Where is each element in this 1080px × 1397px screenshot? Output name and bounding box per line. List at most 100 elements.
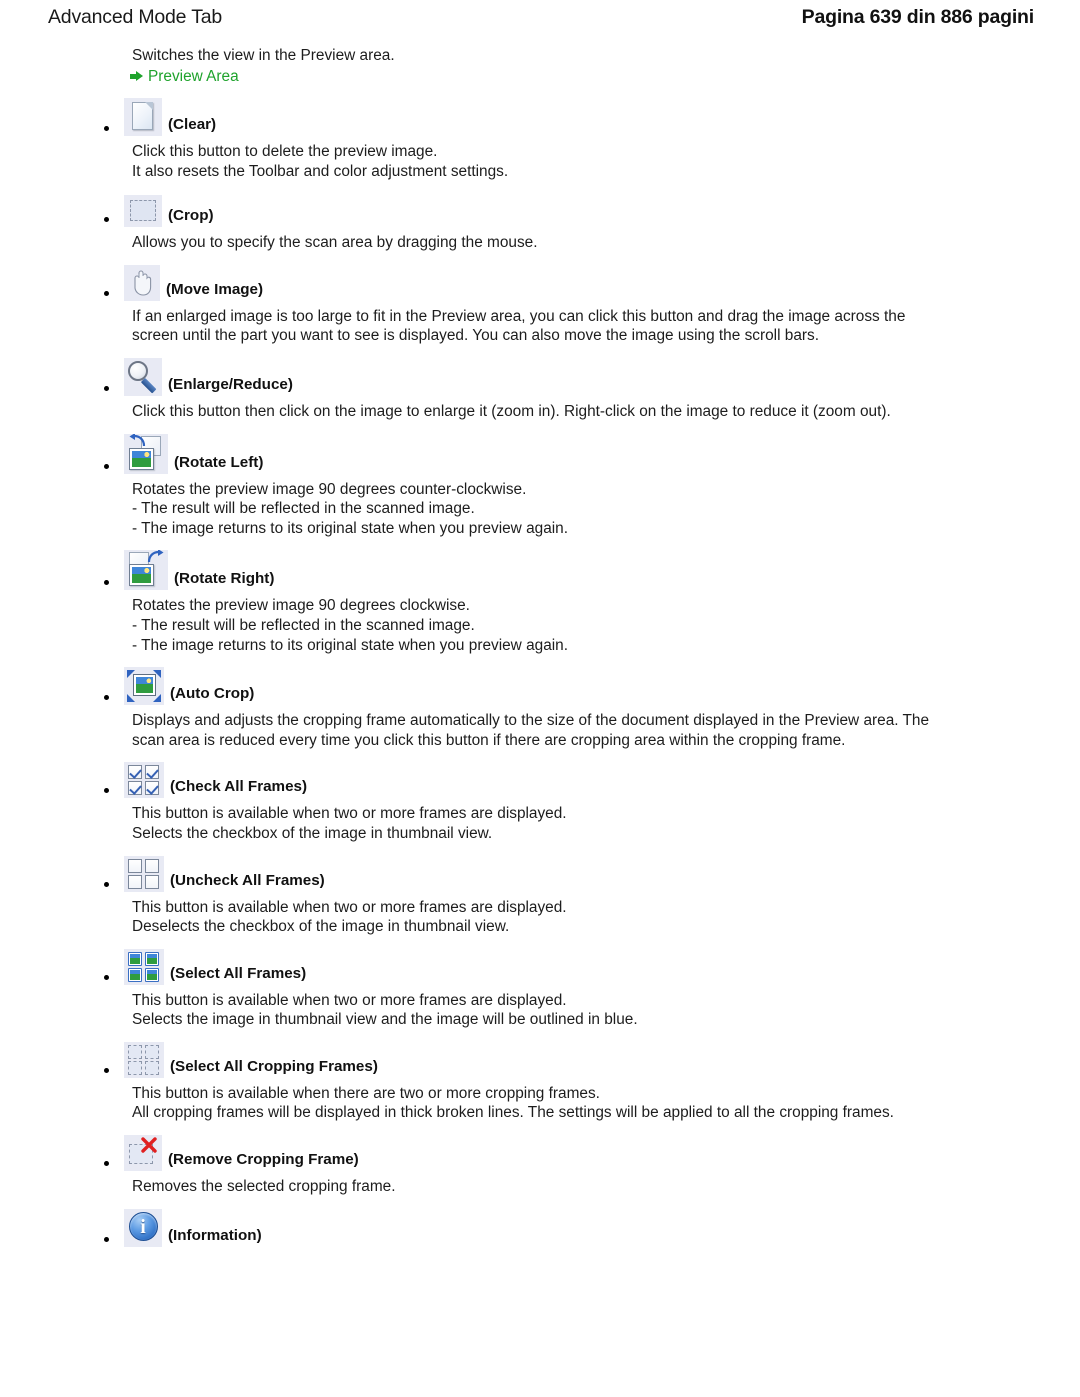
enlarge-reduce-magnifier-icon[interactable] (124, 357, 162, 396)
intro-text: Switches the view in the Preview area. (132, 47, 395, 64)
select-all-frames-icon[interactable] (124, 948, 164, 985)
entry-label: (Enlarge/Reduce) (168, 375, 293, 393)
entry-header: (Crop) (104, 193, 944, 228)
bullet-icon (104, 291, 124, 301)
bullet-icon (104, 386, 124, 396)
remove-cropping-frame-icon[interactable] (124, 1135, 162, 1172)
entry-header: (Auto Crop) (104, 667, 944, 706)
entry-body: This button is available when two or mor… (132, 898, 944, 937)
auto-crop-icon[interactable] (124, 667, 164, 706)
select-all-cropping-frames-icon[interactable] (124, 1041, 164, 1078)
entry-label: (Rotate Left) (174, 453, 264, 471)
entry-line: If an enlarged image is too large to fit… (132, 307, 906, 345)
bullet-icon (104, 1068, 124, 1078)
list-item: i (Information) (104, 1208, 944, 1247)
green-arrow-icon (130, 71, 144, 82)
entry-body: Click this button to delete the preview … (132, 142, 944, 181)
bullet-icon (104, 580, 124, 590)
entry-line: This button is available when two or mor… (132, 898, 567, 916)
entry-body: This button is available when there are … (132, 1084, 944, 1123)
entry-header: (Rotate Right) (104, 549, 944, 591)
entry-line: Rotates the preview image 90 degrees cou… (132, 480, 527, 498)
entry-body: Rotates the preview image 90 degrees clo… (132, 596, 944, 655)
entry-header: i (Information) (104, 1208, 944, 1247)
page-header: Advanced Mode Tab Pagina 639 din 886 pag… (0, 0, 1080, 34)
entry-body: If an enlarged image is too large to fit… (132, 307, 944, 346)
list-item: (Move Image) If an enlarged image is too… (104, 264, 944, 346)
entry-body: This button is available when two or mor… (132, 991, 944, 1030)
entry-label: (Uncheck All Frames) (170, 871, 325, 889)
check-all-frames-icon[interactable] (124, 762, 164, 799)
entry-line: Click this button to delete the preview … (132, 143, 438, 160)
list-item: (Auto Crop) Displays and adjusts the cro… (104, 667, 944, 750)
bullet-icon (104, 1161, 124, 1171)
entry-header: (Move Image) (104, 264, 944, 301)
entry-line: Displays and adjusts the cropping frame … (132, 712, 930, 749)
bullet-icon (104, 882, 124, 892)
list-item: (Select All Frames) This button is avail… (104, 948, 944, 1030)
page-counter: Pagina 639 din 886 pagini (801, 5, 1035, 28)
entry-line: It also resets the Toolbar and color adj… (132, 162, 509, 180)
entry-body: Rotates the preview image 90 degrees cou… (132, 480, 944, 539)
entry-header: (Rotate Left) (104, 432, 944, 474)
crop-dashed-rectangle-icon[interactable] (124, 195, 162, 228)
entry-label: (Check All Frames) (170, 778, 308, 796)
entry-body: Displays and adjusts the cropping frame … (132, 711, 944, 750)
entry-label: (Select All Cropping Frames) (170, 1057, 378, 1075)
entry-header: (Select All Frames) (104, 948, 944, 985)
entry-line: Removes the selected cropping frame. (132, 1178, 396, 1196)
entry-body: This button is available when two or mor… (132, 804, 944, 843)
entry-body: Allows you to specify the scan area by d… (132, 233, 944, 253)
entry-label: (Information) (168, 1226, 262, 1244)
entry-label: (Select All Frames) (170, 964, 307, 982)
list-item: (Crop) Allows you to specify the scan ar… (104, 193, 944, 253)
list-item: (Uncheck All Frames) This button is avai… (104, 855, 944, 937)
bullet-icon (104, 217, 124, 227)
rotate-left-icon[interactable] (124, 432, 168, 474)
document-page: Advanced Mode Tab Pagina 639 din 886 pag… (0, 0, 1080, 1397)
bullet-icon (104, 464, 124, 474)
entry-label: (Auto Crop) (170, 685, 255, 703)
entry-body: Removes the selected cropping frame. (132, 1177, 944, 1197)
entry-label: (Crop) (168, 207, 214, 225)
entry-header: (Check All Frames) (104, 762, 944, 799)
bullet-icon (104, 975, 124, 985)
entry-line: - The image returns to its original stat… (132, 519, 569, 537)
entry-line: Allows you to specify the scan area by d… (132, 234, 538, 252)
entry-line: - The result will be reflected in the sc… (132, 616, 475, 634)
entry-line: This button is available when there are … (132, 1084, 600, 1102)
list-item: (Clear) Click this button to delete the … (104, 98, 944, 181)
content-body: Switches the view in the Preview area. P… (104, 46, 944, 1253)
entry-line: This button is available when two or mor… (132, 805, 567, 823)
entry-label: (Move Image) (166, 280, 264, 298)
rotate-right-icon[interactable] (124, 549, 168, 591)
entry-label: (Remove Cropping Frame) (168, 1151, 359, 1169)
bullet-icon (104, 788, 124, 798)
list-item: (Rotate Right) Rotates the preview image… (104, 549, 944, 655)
move-image-hand-icon[interactable] (124, 264, 160, 301)
list-item: (Remove Cropping Frame) Removes the sele… (104, 1135, 944, 1197)
entry-line: Click this button then click on the imag… (132, 402, 891, 420)
list-item: (Rotate Left) Rotates the preview image … (104, 432, 944, 539)
list-item: (Enlarge/Reduce) Click this button then … (104, 357, 944, 422)
entry-header: (Clear) (104, 98, 944, 136)
entry-line: Selects the image in thumbnail view and … (132, 1011, 638, 1029)
information-icon[interactable]: i (124, 1208, 162, 1247)
bullet-icon (104, 126, 124, 136)
uncheck-all-frames-icon[interactable] (124, 855, 164, 892)
entry-line: Rotates the preview image 90 degrees clo… (132, 597, 470, 615)
entry-label: (Clear) (168, 116, 217, 133)
entry-line: - The image returns to its original stat… (132, 636, 569, 654)
entry-header: (Remove Cropping Frame) (104, 1135, 944, 1172)
entry-header: (Uncheck All Frames) (104, 855, 944, 892)
list-item: (Select All Cropping Frames) This button… (104, 1041, 944, 1123)
clear-page-icon[interactable] (124, 98, 162, 136)
entry-line: - The result will be reflected in the sc… (132, 500, 475, 518)
entry-line: This button is available when two or mor… (132, 991, 567, 1009)
preview-area-link-label: Preview Area (148, 68, 239, 85)
entry-label: (Rotate Right) (174, 570, 275, 588)
entry-line: Deselects the checkbox of the image in t… (132, 918, 510, 936)
page-title: Advanced Mode Tab (48, 5, 223, 28)
preview-area-link[interactable]: Preview Area (130, 67, 944, 86)
list-item: (Check All Frames) This button is availa… (104, 762, 944, 843)
